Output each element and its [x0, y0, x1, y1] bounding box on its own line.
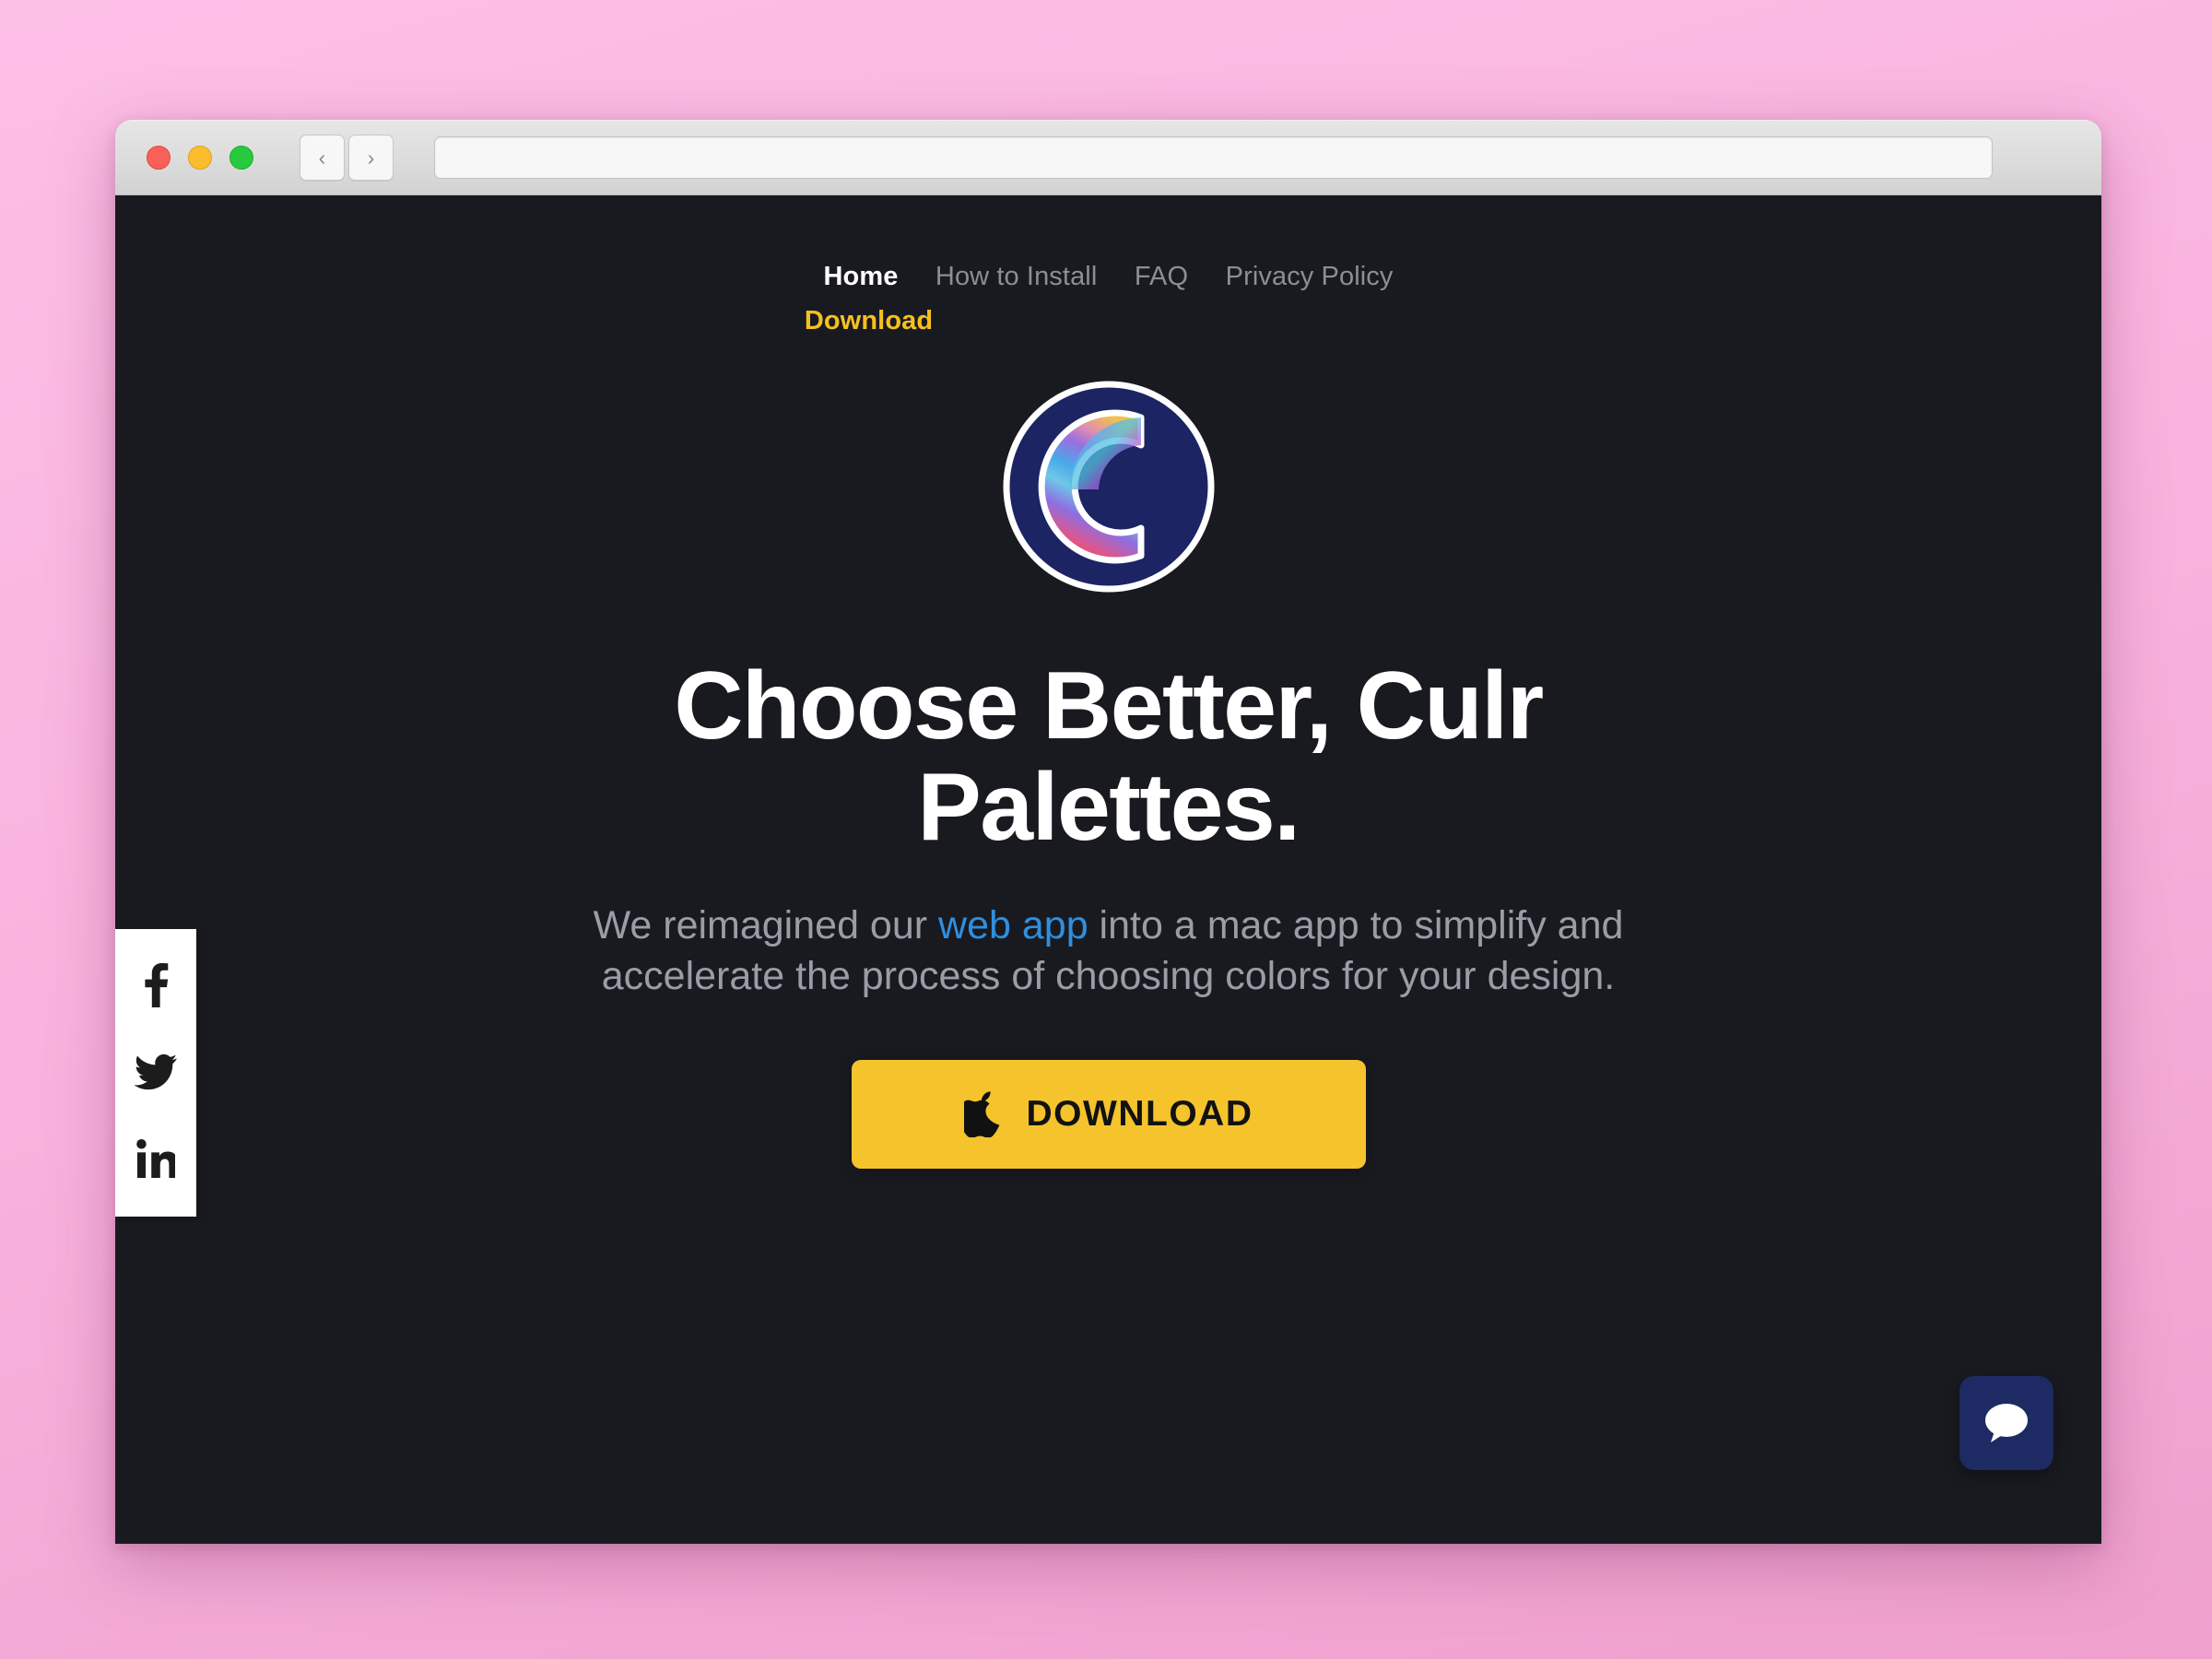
page-title: Choose Better, Culr Palettes. [674, 653, 1544, 862]
twitter-icon [135, 1053, 177, 1090]
culr-logo-icon [1003, 381, 1214, 593]
close-button[interactable] [147, 146, 171, 170]
social-link-twitter[interactable] [115, 1029, 196, 1115]
chevron-left-icon: ‹ [318, 145, 326, 170]
social-share-rail [115, 929, 196, 1217]
hero-section: Choose Better, Culr Palettes. We reimagi… [115, 336, 2101, 1169]
chevron-right-icon: › [367, 145, 375, 170]
browser-titlebar: ‹ › [115, 120, 2101, 195]
social-link-facebook[interactable] [115, 942, 196, 1029]
linkedin-icon [136, 1139, 175, 1178]
nav-item-privacy-policy[interactable]: Privacy Policy [1226, 262, 1394, 292]
nav-item-faq[interactable]: FAQ [1135, 262, 1188, 292]
browser-nav-buttons: ‹ › [300, 135, 394, 181]
web-app-link[interactable]: web app [938, 903, 1088, 947]
url-input[interactable] [434, 136, 1993, 179]
desktop-background: ‹ › Home How to Install FAQ Privacy Poli… [0, 0, 2212, 1659]
forward-button[interactable]: › [348, 135, 394, 181]
chat-widget-button[interactable] [1959, 1376, 2053, 1470]
minimize-button[interactable] [188, 146, 212, 170]
zoom-button[interactable] [229, 146, 253, 170]
download-button-label: DOWNLOAD [1026, 1093, 1253, 1134]
hero-subtitle: We reimagined our web app into a mac app… [593, 900, 1625, 1000]
nav-row-primary: Home How to Install FAQ Privacy Policy [115, 262, 2101, 292]
site-navigation: Home How to Install FAQ Privacy Policy D… [115, 195, 2101, 336]
traffic-lights [147, 146, 253, 170]
apple-icon [963, 1091, 999, 1137]
nav-item-home[interactable]: Home [823, 262, 898, 292]
social-link-linkedin[interactable] [115, 1115, 196, 1202]
browser-window: ‹ › Home How to Install FAQ Privacy Poli… [115, 120, 2101, 1544]
nav-row-secondary: Download [115, 300, 2101, 336]
nav-item-download[interactable]: Download [805, 306, 933, 336]
nav-item-how-to-install[interactable]: How to Install [935, 262, 1097, 292]
chat-bubble-icon [1985, 1404, 2028, 1442]
facebook-icon [145, 963, 169, 1007]
download-button[interactable]: DOWNLOAD [851, 1059, 1366, 1169]
back-button[interactable]: ‹ [300, 135, 345, 181]
page-viewport: Home How to Install FAQ Privacy Policy D… [115, 195, 2101, 1544]
subtitle-text-before: We reimagined our [593, 903, 939, 948]
